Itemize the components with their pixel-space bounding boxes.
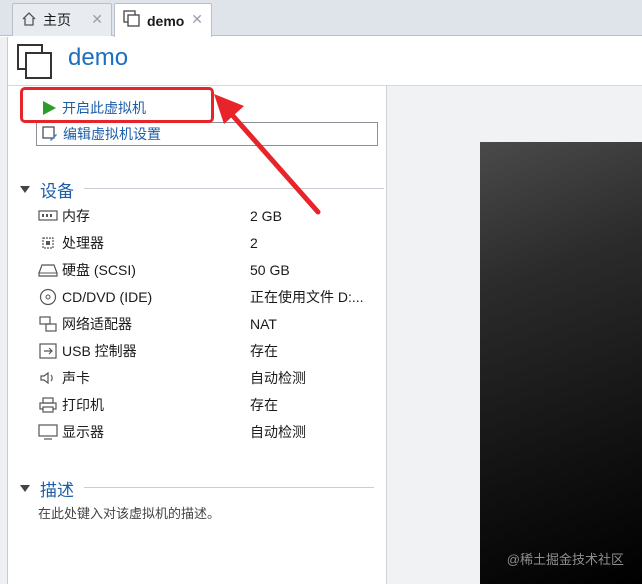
- device-row-cpu[interactable]: 处理器 2: [38, 230, 378, 256]
- description-title: 描述: [40, 481, 74, 500]
- close-icon[interactable]: ✕: [91, 11, 103, 28]
- devices-section-header[interactable]: 设备: [20, 177, 384, 202]
- home-icon: [21, 11, 37, 30]
- tab-bar: 主页 ✕ demo ✕: [0, 0, 642, 37]
- vm-icon: [123, 10, 141, 31]
- device-row-sound[interactable]: 声卡 自动检测: [38, 365, 378, 391]
- page-title: demo: [68, 44, 129, 71]
- tab-demo-label: demo: [147, 12, 185, 29]
- device-name: 硬盘 (SCSI): [62, 262, 136, 278]
- description-field[interactable]: 在此处键入对该虚拟机的描述。: [38, 503, 220, 522]
- printer-icon: [38, 396, 58, 414]
- sound-icon: [38, 369, 58, 387]
- device-value: 自动检测: [250, 424, 306, 440]
- device-name: 内存: [62, 208, 90, 224]
- device-row-memory[interactable]: 内存 2 GB: [38, 203, 378, 229]
- device-name: 显示器: [62, 424, 104, 440]
- cd-icon: [38, 288, 58, 306]
- edit-settings-label: 编辑虚拟机设置: [63, 126, 161, 142]
- divider: [84, 487, 374, 488]
- device-name: 打印机: [62, 397, 104, 413]
- left-scroll-strip: [0, 37, 8, 584]
- watermark: @稀土掘金技术社区: [506, 552, 624, 567]
- device-row-printer[interactable]: 打印机 存在: [38, 392, 378, 418]
- tab-home[interactable]: 主页 ✕: [12, 3, 112, 36]
- device-name: CD/DVD (IDE): [62, 289, 153, 305]
- device-value: NAT: [250, 316, 277, 332]
- vm-screen-preview[interactable]: [480, 142, 642, 584]
- device-row-usb[interactable]: USB 控制器 存在: [38, 338, 378, 364]
- monitor-icon: [38, 423, 58, 441]
- cpu-icon: [38, 234, 58, 252]
- divider: [84, 188, 384, 189]
- collapse-triangle-icon[interactable]: [20, 485, 30, 492]
- memory-icon: [38, 207, 58, 225]
- device-value: 自动检测: [250, 370, 306, 386]
- device-value: 2: [250, 235, 258, 251]
- device-value: 50 GB: [250, 262, 290, 278]
- device-row-cd[interactable]: CD/DVD (IDE) 正在使用文件 D:...: [38, 284, 378, 310]
- collapse-triangle-icon[interactable]: [20, 186, 30, 193]
- harddisk-icon: [38, 261, 58, 279]
- edit-settings-button[interactable]: 编辑虚拟机设置: [36, 122, 378, 146]
- usb-icon: [38, 342, 58, 360]
- device-value: 存在: [250, 397, 278, 413]
- settings-icon: [41, 125, 59, 143]
- devices-title: 设备: [40, 182, 74, 201]
- device-row-network[interactable]: 网络适配器 NAT: [38, 311, 378, 337]
- device-value: 2 GB: [250, 208, 282, 224]
- device-row-monitor[interactable]: 显示器 自动检测: [38, 419, 378, 445]
- vm-large-icon: [17, 44, 53, 80]
- device-row-harddisk[interactable]: 硬盘 (SCSI) 50 GB: [38, 257, 378, 283]
- device-name: 网络适配器: [62, 316, 132, 332]
- annotation-highlight-box: [20, 87, 214, 123]
- tab-home-label: 主页: [43, 12, 71, 28]
- network-icon: [38, 315, 58, 333]
- device-name: USB 控制器: [62, 343, 137, 359]
- tab-demo[interactable]: demo ✕: [114, 3, 212, 37]
- device-value: 存在: [250, 343, 278, 359]
- device-name: 声卡: [62, 370, 90, 386]
- device-value: 正在使用文件 D:...: [250, 289, 364, 305]
- close-icon[interactable]: ✕: [191, 11, 203, 28]
- device-name: 处理器: [62, 235, 104, 251]
- description-section-header[interactable]: 描述: [20, 476, 374, 501]
